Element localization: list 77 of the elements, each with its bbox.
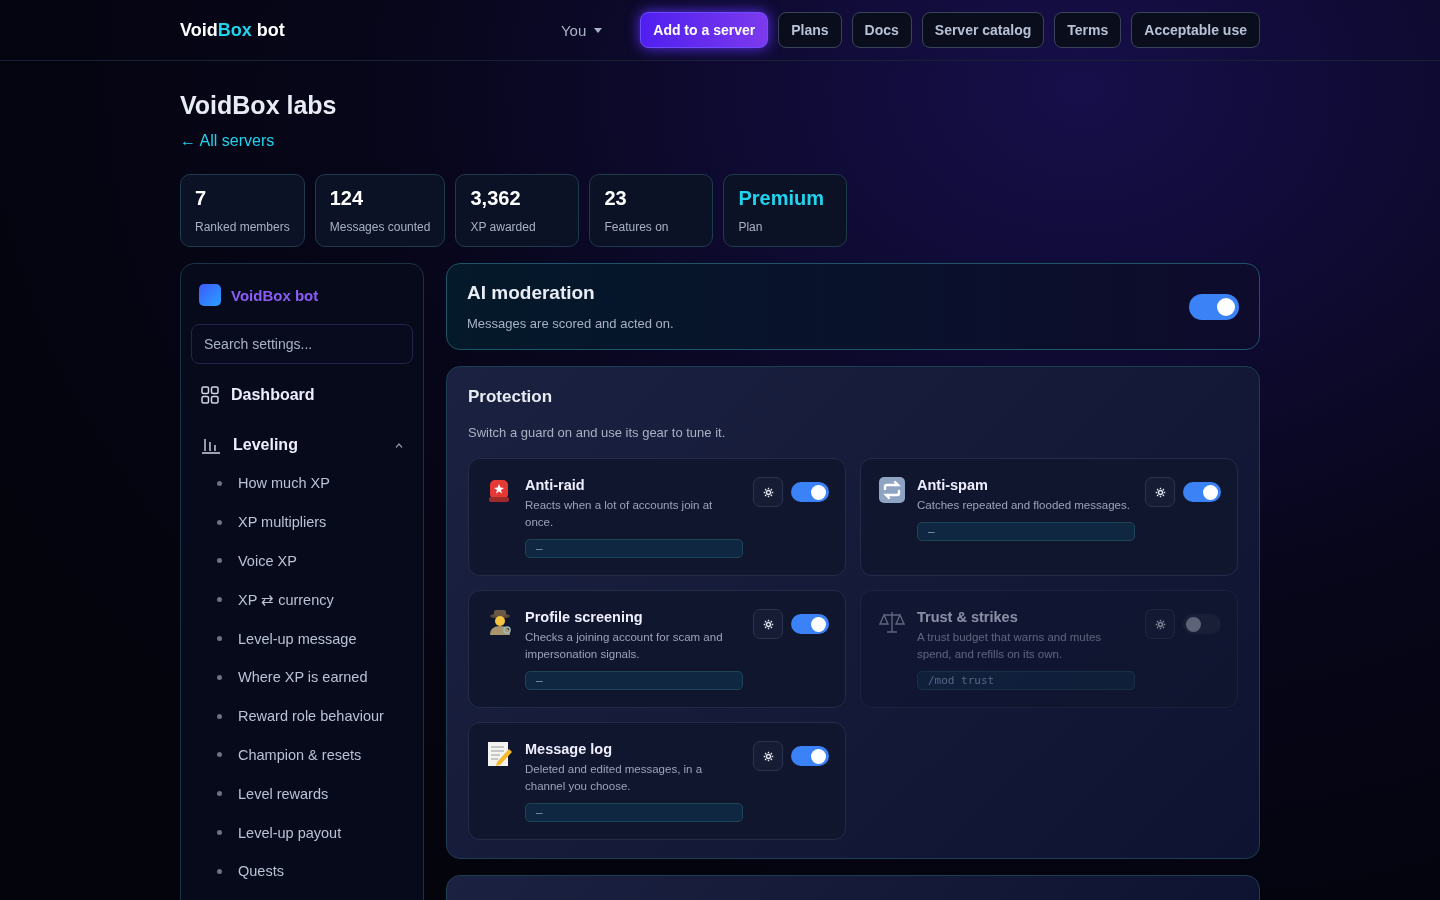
grid-icon: [201, 386, 219, 404]
sidebar-subitem[interactable]: Voice XP: [191, 541, 413, 581]
bar-chart-icon: [201, 436, 221, 454]
gear-icon: [762, 750, 774, 762]
sidebar-subitem[interactable]: How much XP: [191, 464, 413, 503]
stat-value: 7: [195, 187, 208, 210]
guard-description: Reacts when a lot of accounts join at once.: [525, 498, 714, 530]
memo-icon: [487, 741, 513, 767]
siren-icon: [487, 477, 511, 503]
nav-button[interactable]: Acceptable use: [1131, 12, 1260, 48]
guard-title: Trust & strikes: [917, 609, 1019, 625]
card-description: Messages are scored and acted on.: [467, 316, 675, 331]
guard-title: Anti-raid: [525, 477, 586, 493]
caret-icon: [594, 27, 603, 33]
nav-button[interactable]: Add to a server: [640, 12, 769, 48]
guard-title: Message log: [525, 741, 614, 757]
section-description: Switch a guard on and use its gear to tune it.: [468, 425, 727, 440]
stat-label: Plan: [738, 220, 764, 234]
sidebar-subitem[interactable]: Level-up payout: [191, 813, 413, 852]
sidebar-subitem[interactable]: Level rewards: [191, 774, 413, 814]
scales-icon: [879, 609, 905, 635]
sidebar-subitem[interactable]: Reward role behaviour: [191, 696, 413, 736]
stat-value: Premium: [738, 187, 826, 210]
stat-value: 124: [329, 187, 365, 210]
detective-icon: [487, 609, 513, 635]
back-link[interactable]: ← All servers: [180, 132, 275, 150]
brand-logo[interactable]: VoidBox bot: [180, 19, 557, 41]
toggle-switch[interactable]: [791, 482, 829, 502]
stat-label: Ranked members: [195, 220, 290, 234]
settings-button[interactable]: [753, 609, 783, 639]
user-menu[interactable]: You: [556, 17, 607, 43]
nav-button[interactable]: Docs: [851, 12, 912, 48]
nav-button[interactable]: Plans: [778, 12, 842, 48]
sidebar-subitem[interactable]: Level-up message: [191, 619, 413, 658]
command-field[interactable]: —: [525, 539, 743, 558]
command-field[interactable]: —: [917, 522, 1135, 541]
sidebar-title: VoidBox bot: [231, 286, 319, 304]
search-field[interactable]: Search settings...: [191, 324, 413, 364]
gear-icon: [1154, 618, 1166, 630]
toggle-switch[interactable]: [1183, 482, 1221, 502]
toggle-switch[interactable]: [791, 746, 829, 766]
chevron-icon: [395, 442, 403, 448]
toggle-switch[interactable]: [791, 614, 829, 634]
card-title: AI moderation: [467, 282, 596, 304]
gear-icon: [762, 618, 774, 630]
command-field[interactable]: —: [525, 803, 743, 822]
toggle-switch[interactable]: [1189, 293, 1239, 320]
guard-description: Catches repeated and flooded messages.: [917, 498, 1131, 513]
settings-button[interactable]: [1145, 477, 1175, 507]
stat-value: 3,362: [470, 187, 522, 210]
sidebar-subitem[interactable]: XP ⇄ currency: [191, 580, 413, 620]
nav-button[interactable]: Server catalog: [921, 12, 1045, 48]
repeat-icon: [879, 477, 905, 503]
settings-button[interactable]: [753, 741, 783, 771]
guard-description: A trust budget that warns and mutes spend, and refills on its own.: [917, 630, 1103, 662]
stat-label: XP awarded: [470, 220, 537, 234]
sidebar-subitem[interactable]: Quests: [191, 851, 413, 891]
bot-logo-icon: [199, 284, 221, 306]
settings-button[interactable]: [753, 477, 783, 507]
guard-title: Profile screening: [525, 609, 644, 625]
sidebar-item[interactable]: Dashboard: [191, 376, 413, 414]
stat-value: 23: [604, 187, 628, 210]
command-field[interactable]: —: [525, 671, 743, 690]
sidebar-subitem[interactable]: Where XP is earned: [191, 658, 413, 697]
sidebar-item[interactable]: Leveling: [191, 426, 413, 464]
guard-description: Checks a joining account for scam and impersonation signals.: [525, 630, 724, 662]
gear-icon: [762, 486, 774, 498]
stat-label: Messages counted: [329, 220, 431, 234]
sidebar-subitem[interactable]: XP multipliers: [191, 502, 413, 542]
nav-button[interactable]: Terms: [1054, 12, 1122, 48]
sidebar-subitem[interactable]: Champion & resets: [191, 735, 413, 775]
gear-icon: [1154, 486, 1166, 498]
section-title: Protection: [468, 387, 554, 407]
guard-title: Anti-spam: [917, 477, 989, 493]
stat-label: Features on: [604, 220, 670, 234]
page-title: VoidBox labs: [180, 91, 337, 120]
guard-description: Deleted and edited messages, in a channel you choose.: [525, 762, 704, 794]
